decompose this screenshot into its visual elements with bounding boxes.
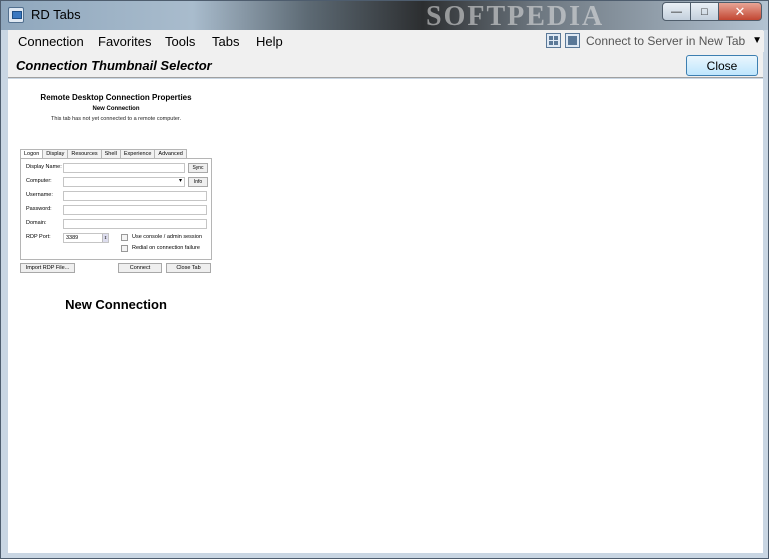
thumbnail-area: Remote Desktop Connection Properties New…	[8, 79, 763, 553]
sync-button[interactable]: Sync	[188, 163, 208, 173]
selector-title: Connection Thumbnail Selector	[16, 58, 212, 73]
single-view-icon[interactable]	[565, 33, 580, 48]
thumbnail-subheading: New Connection	[92, 106, 140, 112]
menu-bar: Connection Favorites Tools Tabs Help Con…	[8, 30, 764, 54]
display-name-field[interactable]	[63, 163, 185, 173]
domain-field[interactable]	[63, 219, 207, 229]
title-bar[interactable]: RD Tabs SOFTPEDIA — □ ✕	[1, 1, 768, 32]
thumbnail-heading: Remote Desktop Connection Properties	[40, 93, 192, 102]
menu-tabs[interactable]: Tabs	[212, 34, 239, 49]
close-button[interactable]: Close	[686, 55, 758, 76]
thumbnail-view-icon[interactable]	[546, 33, 561, 48]
tab-display[interactable]: Display	[42, 149, 69, 158]
rdp-port-value: 3389	[66, 235, 79, 241]
password-field[interactable]	[63, 205, 207, 215]
thumbnail-caption: New Connection	[65, 297, 167, 312]
chevron-down-icon[interactable]: ▼	[752, 35, 762, 46]
connect-server-dropdown[interactable]: Connect to Server in New Tab ▼	[584, 31, 764, 52]
use-console-label: Use console / admin session	[132, 234, 203, 240]
tab-shell[interactable]: Shell	[100, 149, 121, 158]
display-name-label: Display Name:	[26, 164, 62, 170]
selector-bar: Connection Thumbnail Selector Close	[8, 54, 763, 78]
app-window: RD Tabs SOFTPEDIA — □ ✕ Connection Favor…	[0, 0, 769, 559]
use-console-checkbox[interactable]	[121, 234, 128, 241]
tab-advanced[interactable]: Advanced	[154, 149, 187, 158]
computer-combo[interactable]	[63, 177, 185, 187]
rdp-port-stepper[interactable]: 3389 ⇕	[63, 233, 109, 243]
username-label: Username:	[26, 192, 53, 198]
spin-arrows-icon[interactable]: ⇕	[102, 234, 108, 242]
menu-connection[interactable]: Connection	[18, 34, 84, 49]
domain-label: Domain:	[26, 220, 47, 226]
rd-tabs-app-icon[interactable]	[8, 7, 24, 23]
menu-favorites[interactable]: Favorites	[98, 34, 151, 49]
close-tab-button[interactable]: Close Tab	[166, 263, 211, 273]
password-label: Password:	[26, 206, 52, 212]
logon-panel: Display Name: Sync Computer: Info Userna…	[20, 158, 212, 260]
computer-label: Computer:	[26, 178, 52, 184]
minimize-button[interactable]: —	[662, 2, 691, 21]
info-button[interactable]: Info	[188, 177, 208, 187]
menu-tools[interactable]: Tools	[165, 34, 195, 49]
redial-checkbox[interactable]	[121, 245, 128, 252]
window-title: RD Tabs	[31, 7, 81, 22]
connect-button[interactable]: Connect	[118, 263, 162, 273]
window-controls: — □ ✕	[662, 2, 762, 21]
connect-server-label: Connect to Server in New Tab	[586, 34, 746, 48]
close-window-button[interactable]: ✕	[718, 2, 762, 21]
maximize-button[interactable]: □	[690, 2, 719, 21]
username-field[interactable]	[63, 191, 207, 201]
rdp-port-label: RDP Port:	[26, 234, 51, 240]
tab-resources[interactable]: Resources	[67, 149, 102, 158]
thumbnail-note: This tab has not yet connected to a remo…	[51, 116, 181, 122]
import-rdp-button[interactable]: Import RDP File...	[20, 263, 75, 273]
menu-help[interactable]: Help	[256, 34, 283, 49]
softpedia-watermark: SOFTPEDIA	[426, 1, 605, 32]
redial-label: Redial on connection failure	[132, 245, 200, 251]
tab-experience[interactable]: Experience	[119, 149, 156, 158]
